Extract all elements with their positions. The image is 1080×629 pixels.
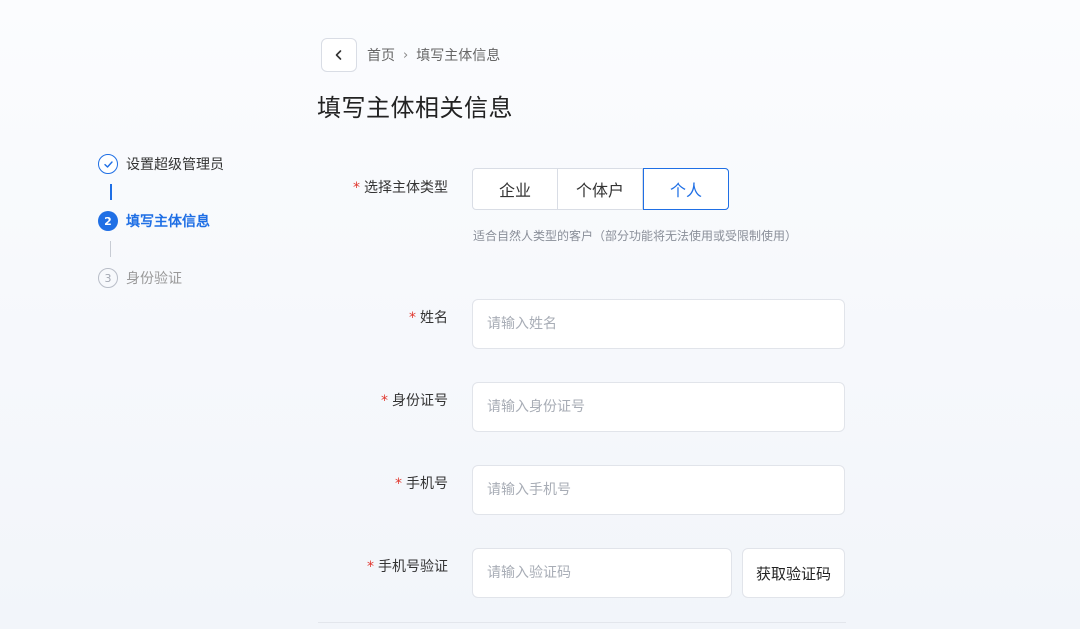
breadcrumb-current: 填写主体信息: [416, 48, 501, 64]
page-title: 填写主体相关信息: [317, 94, 513, 122]
step-number: 2: [98, 211, 118, 231]
step-set-admin[interactable]: 设置超级管理员: [98, 152, 278, 176]
entity-type-hint: 适合自然人类型的客户（部分功能将无法使用或受限制使用）: [473, 229, 798, 243]
back-button[interactable]: [321, 38, 357, 72]
step-connector: [110, 241, 111, 257]
chevron-left-icon: [335, 50, 342, 60]
verify-code-label: * 手机号验证: [367, 559, 448, 575]
get-code-button[interactable]: 获取验证码: [742, 548, 845, 598]
step-label: 填写主体信息: [126, 214, 210, 230]
name-label: * 姓名: [409, 310, 448, 326]
phone-label: * 手机号: [395, 476, 448, 492]
id-number-label: * 身份证号: [381, 393, 448, 409]
step-verify[interactable]: 3 身份验证: [98, 266, 278, 290]
step-label: 设置超级管理员: [126, 157, 224, 173]
breadcrumb: 首页 › 填写主体信息: [367, 45, 500, 65]
phone-input[interactable]: [472, 465, 845, 515]
step-connector: [110, 184, 112, 200]
entity-type-personal[interactable]: 个人: [643, 168, 729, 210]
entity-type-enterprise[interactable]: 企业: [473, 169, 558, 209]
step-number: 3: [98, 268, 118, 288]
steps-nav: 设置超级管理员 2 填写主体信息 3 身份验证: [98, 152, 278, 290]
name-input[interactable]: [472, 299, 845, 349]
id-number-input[interactable]: [472, 382, 845, 432]
required-mark: *: [367, 559, 374, 575]
divider: [318, 622, 846, 623]
verify-code-input[interactable]: [472, 548, 732, 598]
step-label: 身份验证: [126, 271, 182, 287]
check-icon: [98, 154, 118, 174]
chevron-right-icon: ›: [403, 47, 409, 63]
required-mark: *: [381, 393, 388, 409]
required-mark: *: [353, 180, 360, 196]
entity-type-label: * 选择主体类型: [353, 180, 448, 196]
required-mark: *: [409, 310, 416, 326]
required-mark: *: [395, 476, 402, 492]
entity-type-segmented[interactable]: 企业 个体户 个人: [472, 168, 729, 210]
breadcrumb-home[interactable]: 首页: [367, 45, 395, 65]
step-fill-info[interactable]: 2 填写主体信息: [98, 209, 278, 233]
entity-type-individual-business[interactable]: 个体户: [558, 169, 643, 209]
